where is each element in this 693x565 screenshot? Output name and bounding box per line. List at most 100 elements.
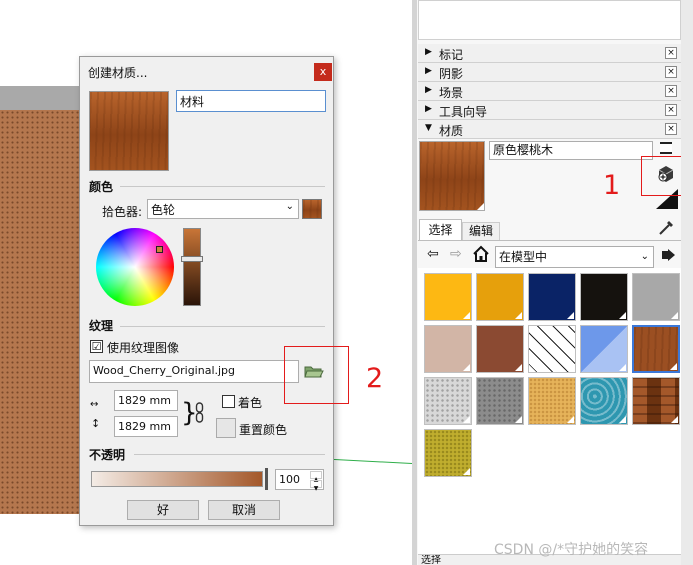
close-icon[interactable]: × (665, 47, 677, 59)
panel-materials-label: 材质 (439, 124, 464, 138)
dialog-close-button[interactable]: x (314, 63, 332, 81)
texture-section-divider (120, 326, 325, 327)
swatch-corner-marker (670, 363, 677, 370)
material-swatch[interactable] (476, 325, 524, 373)
opacity-section-title: 不透明 (89, 448, 126, 462)
panel-scenes-label: 场景 (439, 86, 464, 100)
picker-select-value: 色轮 (151, 203, 176, 217)
material-swatch[interactable] (528, 273, 576, 321)
color-section-title: 颜色 (89, 180, 114, 194)
material-swatch[interactable] (528, 377, 576, 425)
panel-shadows[interactable]: ▶ 阴影 × (418, 63, 681, 82)
swatch-corner-marker (671, 312, 678, 319)
material-swatch[interactable] (580, 325, 628, 373)
eyedropper-icon[interactable] (657, 217, 677, 237)
annotation-box-2 (284, 346, 349, 404)
material-swatch[interactable] (580, 377, 628, 425)
preview-corner-marker (477, 203, 484, 210)
viewport-gray-surface (0, 86, 80, 110)
texture-height-field[interactable]: 1829 mm (114, 416, 178, 437)
material-name-input[interactable]: 材料 (176, 90, 326, 112)
current-color-swatch[interactable] (302, 199, 322, 219)
swatch-corner-marker (463, 416, 470, 423)
material-swatch[interactable] (632, 325, 680, 373)
tray-scrollbar[interactable] (681, 0, 693, 565)
opacity-slider-thumb[interactable] (265, 468, 268, 490)
expand-arrow-icon: ▶ (425, 47, 432, 57)
material-swatch[interactable] (476, 377, 524, 425)
close-icon[interactable]: × (665, 104, 677, 116)
colorize-checkbox[interactable] (222, 395, 235, 408)
close-icon[interactable]: × (665, 123, 677, 135)
current-material-preview[interactable] (419, 141, 485, 211)
material-swatch[interactable] (424, 273, 472, 321)
brightness-slider[interactable] (183, 228, 201, 306)
material-swatch[interactable] (580, 273, 628, 321)
link-chain-icon[interactable] (195, 402, 205, 427)
spin-up-icon[interactable]: ▲ (310, 471, 322, 483)
use-texture-checkbox[interactable]: ☑ (90, 340, 103, 353)
material-swatch[interactable] (632, 273, 680, 321)
material-swatch[interactable] (424, 429, 472, 477)
opacity-spinbox[interactable]: 100 ▲ ▼ (275, 469, 324, 492)
reset-color-swatch[interactable] (216, 418, 236, 438)
panel-instructor[interactable]: ▶ 工具向导 × (418, 101, 681, 120)
panel-instructor-label: 工具向导 (439, 105, 488, 119)
opacity-slider[interactable] (91, 471, 263, 487)
texture-width-field[interactable]: 1829 mm (114, 390, 178, 411)
swatch-corner-marker (515, 312, 522, 319)
panel-tags[interactable]: ▶ 标记 × (418, 44, 681, 63)
expand-arrow-icon: ▶ (425, 104, 432, 114)
color-section-divider (120, 186, 325, 187)
create-material-dialog: 创建材质... x 材料 颜色 拾色器: 色轮 ⌄ 纹理 ☑ 使用纹理图像 Wo… (79, 56, 334, 526)
tab-select[interactable]: 选择 (419, 219, 462, 241)
material-swatch[interactable] (424, 377, 472, 425)
panel-scenes[interactable]: ▶ 场景 × (418, 82, 681, 101)
brightness-slider-thumb[interactable] (181, 256, 203, 262)
swatch-corner-marker (619, 312, 626, 319)
collection-select[interactable]: 在模型中 ⌄ (495, 246, 654, 268)
close-icon[interactable]: × (665, 85, 677, 97)
ok-button[interactable]: 好 (127, 500, 199, 520)
close-icon[interactable]: × (665, 66, 677, 78)
opacity-section-divider (134, 454, 325, 455)
chevron-down-icon: ⌄ (285, 201, 294, 212)
cancel-button[interactable]: 取消 (208, 500, 280, 520)
swatch-corner-marker (515, 364, 522, 371)
width-arrow-icon: ↔ (90, 399, 99, 410)
color-wheel[interactable] (96, 228, 174, 306)
colorize-label: 着色 (238, 396, 263, 410)
material-swatch[interactable] (528, 325, 576, 373)
reset-color-label[interactable]: 重置颜色 (239, 421, 287, 438)
viewport-textured-wall (0, 110, 80, 514)
texture-file-field[interactable]: Wood_Cherry_Original.jpg (89, 360, 299, 383)
material-swatch[interactable] (632, 377, 680, 425)
material-swatch[interactable] (476, 273, 524, 321)
tray-top-area (418, 0, 681, 40)
material-swatch[interactable] (424, 325, 472, 373)
tab-edit[interactable]: 编辑 (462, 222, 500, 241)
dialog-title: 创建材质... (88, 66, 148, 80)
home-icon[interactable] (472, 245, 490, 263)
swatch-corner-marker (463, 468, 470, 475)
picker-select[interactable]: 色轮 ⌄ (147, 199, 299, 219)
swatch-corner-marker (619, 364, 626, 371)
swatch-corner-marker (567, 416, 574, 423)
swatch-corner-marker (463, 312, 470, 319)
annotation-label-2: 2 (366, 363, 384, 394)
spin-down-icon[interactable]: ▼ (310, 480, 322, 492)
material-name-field[interactable]: 原色樱桃木 (489, 141, 653, 160)
swatch-corner-marker (515, 416, 522, 423)
expand-arrow-icon: ▶ (425, 85, 432, 95)
color-wheel-marker[interactable] (156, 246, 163, 253)
height-arrow-icon: ↕ (91, 417, 101, 430)
display-secondary-icon[interactable] (660, 142, 672, 154)
details-arrow-icon[interactable] (661, 247, 677, 263)
tab-underline (418, 240, 681, 241)
forward-arrow-icon[interactable]: ⇨ (450, 246, 462, 262)
panel-materials[interactable]: ▼ 材质 × (418, 120, 681, 139)
back-arrow-icon[interactable]: ⇦ (427, 246, 439, 262)
panel-tags-label: 标记 (439, 48, 464, 62)
use-texture-label: 使用纹理图像 (107, 341, 180, 355)
material-preview-swatch (89, 91, 169, 171)
